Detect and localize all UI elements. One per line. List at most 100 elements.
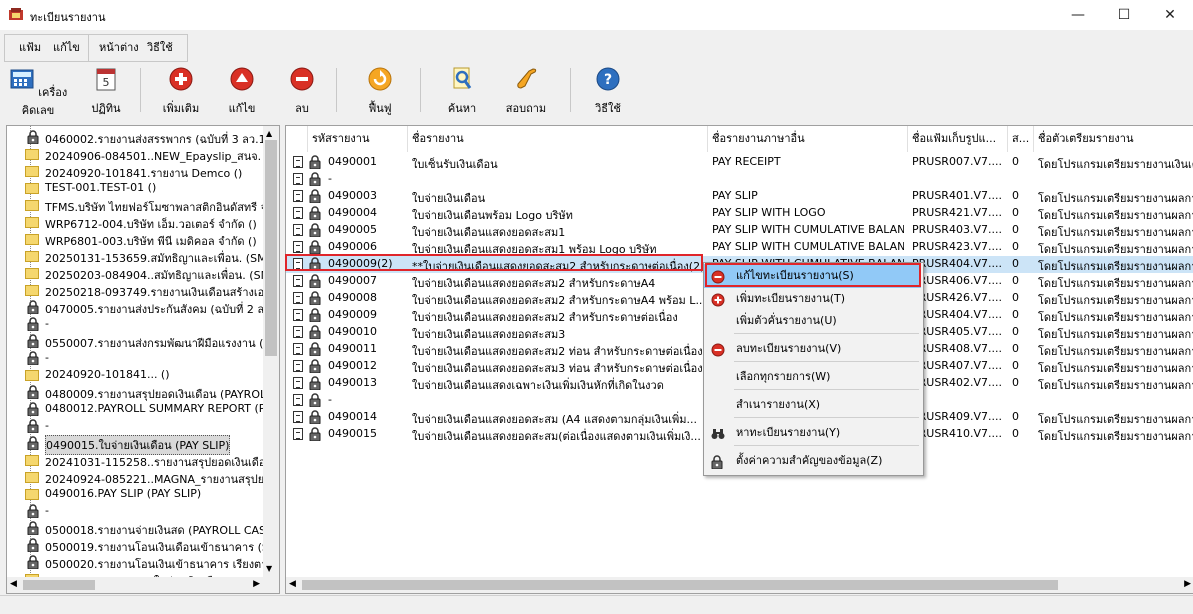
tree-item[interactable]: 20240906-084501..NEW_Epayslip_สนจ. บริษ bbox=[7, 146, 279, 163]
lock-icon bbox=[309, 240, 321, 255]
context-menu-item[interactable]: เพิ่มตัวคั่นรายงาน(U) bbox=[704, 309, 921, 333]
tree-item[interactable]: 20250131-153659.สมัทธิญาและเพื่อน. (SMI bbox=[7, 248, 270, 265]
context-menu-item[interactable]: เลือกทุกรายการ(W) bbox=[704, 365, 921, 389]
document-icon bbox=[293, 241, 303, 253]
scroll-up-arrow-icon[interactable]: ▲ bbox=[266, 129, 272, 138]
scroll-left-arrow-icon[interactable]: ◀ bbox=[10, 579, 17, 589]
list-horizontal-scrollbar[interactable]: ◀ ▶ bbox=[286, 577, 1193, 593]
list-scroll-left-arrow-icon[interactable]: ◀ bbox=[289, 579, 296, 589]
lock-icon bbox=[27, 351, 39, 366]
context-menu-item[interactable]: สำเนารายงาน(X) bbox=[704, 393, 921, 417]
cell-s: 0 bbox=[1012, 206, 1019, 219]
context-menu-item[interactable]: เพิ่มทะเบียนรายงาน(T) bbox=[704, 287, 921, 311]
cell-s: 0 bbox=[1012, 257, 1019, 270]
tree-item[interactable]: 0490016.PAY SLIP (PAY SLIP) bbox=[7, 486, 263, 503]
tree-item[interactable]: - bbox=[7, 503, 263, 520]
tree-scroll-thumb[interactable] bbox=[265, 140, 277, 356]
menu-edit[interactable]: แก้ไข bbox=[53, 35, 80, 61]
column-header-other-name[interactable]: ชื่อรายงานภาษาอื่น bbox=[708, 126, 908, 152]
scroll-down-arrow-icon[interactable]: ▼ bbox=[266, 564, 272, 573]
report-tree[interactable]: 0460002.รายงานส่งสรรพากร (ฉบับที่ 3 ลว.1… bbox=[6, 125, 280, 594]
tree-horizontal-scrollbar[interactable]: ◀ ▶ bbox=[7, 577, 263, 593]
tree-item[interactable]: 20250218-093749.รายงานเงินเดือนสร้างเองเ… bbox=[7, 282, 279, 299]
folder-icon bbox=[25, 472, 39, 483]
inquiry-button[interactable]: สอบถาม bbox=[504, 66, 548, 118]
tree-item[interactable]: - bbox=[7, 316, 263, 333]
lock-icon bbox=[309, 155, 321, 170]
column-header-prep[interactable]: ชื่อตัวเตรียมรายงาน bbox=[1034, 126, 1193, 152]
list-scroll-right-arrow-icon[interactable]: ▶ bbox=[1184, 579, 1191, 589]
list-hscroll-thumb[interactable] bbox=[302, 580, 1058, 590]
minus-circle-icon bbox=[711, 342, 725, 357]
tree-item[interactable]: - bbox=[7, 350, 263, 367]
cell-code: 0490006 bbox=[328, 240, 377, 253]
tree-item[interactable]: 20250203-084904..สมัทธิญาและเพื่อน. (SMI bbox=[7, 265, 273, 282]
column-header-file[interactable]: ชื่อแฟ้มเก็บรูปแ... bbox=[908, 126, 1008, 152]
menu-help[interactable]: วิธีใช้ bbox=[147, 35, 173, 61]
context-menu: แก้ไขทะเบียนรายงาน(S) เพิ่มทะเบียนรายงาน(… bbox=[703, 262, 924, 476]
tree-item[interactable]: 20240920-101841... () bbox=[7, 367, 263, 384]
tree-item[interactable]: 0480009.รายงานสรุปยอดเงินเดือน (PAYROLL … bbox=[7, 384, 279, 401]
lock-icon bbox=[309, 427, 321, 442]
tree-item[interactable]: TFMS.บริษัท ไทยฟอร์โมซาพลาสติกอินดัสทรี … bbox=[7, 197, 273, 214]
tree-item[interactable]: 0460002.รายงานส่งสรรพากร (ฉบับที่ 3 ลว.1… bbox=[7, 129, 279, 146]
table-row[interactable]: 0490004 ใบจ่ายเงินเดือนพร้อม Logo บริษัท P… bbox=[286, 205, 1193, 222]
help-button[interactable]: ? วิธีใช้ bbox=[590, 66, 626, 118]
column-header-name[interactable]: ชื่อรายงาน bbox=[408, 126, 708, 152]
scroll-right-arrow-icon[interactable]: ▶ bbox=[253, 579, 260, 589]
cell-file: PRUSR409.V7.... bbox=[912, 410, 1002, 423]
table-row[interactable]: - bbox=[286, 171, 1193, 188]
folder-icon bbox=[25, 370, 39, 381]
maximize-button[interactable]: ☐ bbox=[1101, 0, 1147, 30]
cell-code: 0490011 bbox=[328, 342, 377, 355]
title-bar: ทะเบียนรายงาน — ☐ ✕ bbox=[0, 0, 1193, 30]
cell-file: PRUSR426.V7.... bbox=[912, 291, 1002, 304]
edit-button[interactable]: แก้ไข bbox=[222, 66, 262, 118]
calculator-button[interactable]: เครื่องคิดเลข bbox=[4, 66, 72, 118]
tree-item[interactable]: WRP6801-003.บริษัท พีนี เมดิคอล จำกัด () bbox=[7, 231, 263, 248]
tree-item-label: 0490016.PAY SLIP (PAY SLIP) bbox=[45, 487, 202, 500]
tree-item[interactable]: - bbox=[7, 418, 263, 435]
tree-item[interactable]: 0480012.PAYROLL SUMMARY REPORT (PAYR bbox=[7, 401, 279, 418]
table-row[interactable]: 0490003 ใบจ่ายเงินเดือน PAY SLIP PRUSR401.V… bbox=[286, 188, 1193, 205]
context-menu-item[interactable]: หาทะเบียนรายงาน(Y) bbox=[704, 421, 921, 445]
calculator-icon bbox=[10, 69, 34, 89]
cell-code: 0490005 bbox=[328, 223, 377, 236]
tree-item[interactable]: 0500018.รายงานจ่ายเงินสด (PAYROLL CASH P bbox=[7, 520, 279, 537]
tree-item[interactable]: 0500019.รายงานโอนเงินเดือนเข้าธนาคาร (SA… bbox=[7, 537, 279, 554]
calendar-button[interactable]: 5 ปฏิทิน bbox=[86, 66, 126, 118]
tree-item[interactable]: WRP6712-004.บริษัท เอ็ม.วอเตอร์ จำกัด () bbox=[7, 214, 263, 231]
delete-button[interactable]: ลบ bbox=[284, 66, 320, 118]
document-icon bbox=[293, 309, 303, 321]
tree-item[interactable]: TEST-001.TEST-01 () bbox=[7, 180, 263, 197]
tree-item[interactable]: 20240920-101841.รายงาน Demco () bbox=[7, 163, 263, 180]
column-header-code[interactable]: รหัสรายงาน bbox=[308, 126, 408, 152]
lock-icon bbox=[309, 291, 321, 306]
folder-icon bbox=[25, 455, 39, 466]
close-button[interactable]: ✕ bbox=[1147, 0, 1193, 30]
search-button[interactable]: ค้นหา bbox=[442, 66, 482, 118]
tree-item[interactable]: 0470005.รายงานส่งประกันสังคม (ฉบับที่ 2 … bbox=[7, 299, 279, 316]
tree-vertical-scrollbar[interactable]: ▲ ▼ bbox=[263, 126, 279, 593]
tree-item[interactable]: 0490015.ใบจ่ายเงินเดือน (PAY SLIP) bbox=[7, 435, 263, 455]
tree-item[interactable]: 20241031-115258..รายงานสรุปยอดเงินเดือน.… bbox=[7, 452, 279, 469]
tree-item[interactable]: 0500020.รายงานโอนเงินเข้าธนาคาร เรียงตาม… bbox=[7, 554, 279, 571]
menu-file[interactable]: แฟ้ม bbox=[19, 35, 41, 61]
context-menu-item[interactable]: ลบทะเบียนรายงาน(V) bbox=[704, 337, 921, 361]
tree-item[interactable]: 20240924-085221..MAGNA_รายงานสรุปยอดเง bbox=[7, 469, 279, 486]
tree-item-label: - bbox=[45, 317, 49, 330]
column-header-s[interactable]: ส... bbox=[1008, 126, 1034, 152]
table-row[interactable]: 0490001 ใบเซ็นรับเงินเดือน PAY RECEIPT PRUS… bbox=[286, 154, 1193, 171]
document-icon bbox=[293, 360, 303, 372]
tree-hscroll-thumb[interactable] bbox=[23, 580, 95, 590]
restore-button[interactable]: ฟื้นฟู bbox=[360, 66, 400, 118]
table-row[interactable]: 0490005 ใบจ่ายเงินเดือนแสดงยอดสะสม1 PAY SL… bbox=[286, 222, 1193, 239]
lock-icon bbox=[309, 325, 321, 340]
tree-item[interactable]: 0550007.รายงานส่งกรมพัฒนาฝีมือแรงงาน (DE… bbox=[7, 333, 279, 350]
minimize-button[interactable]: — bbox=[1055, 0, 1101, 30]
context-menu-item[interactable]: ตั้งค่าความสำคัญของข้อมูล(Z) bbox=[704, 449, 921, 473]
cell-file: PRUSR408.V7.... bbox=[912, 342, 1002, 355]
menu-window[interactable]: หน้าต่าง bbox=[99, 35, 139, 61]
add-button[interactable]: เพิ่มเติม bbox=[160, 66, 202, 118]
tree-item-label: TEST-001.TEST-01 () bbox=[45, 181, 157, 194]
